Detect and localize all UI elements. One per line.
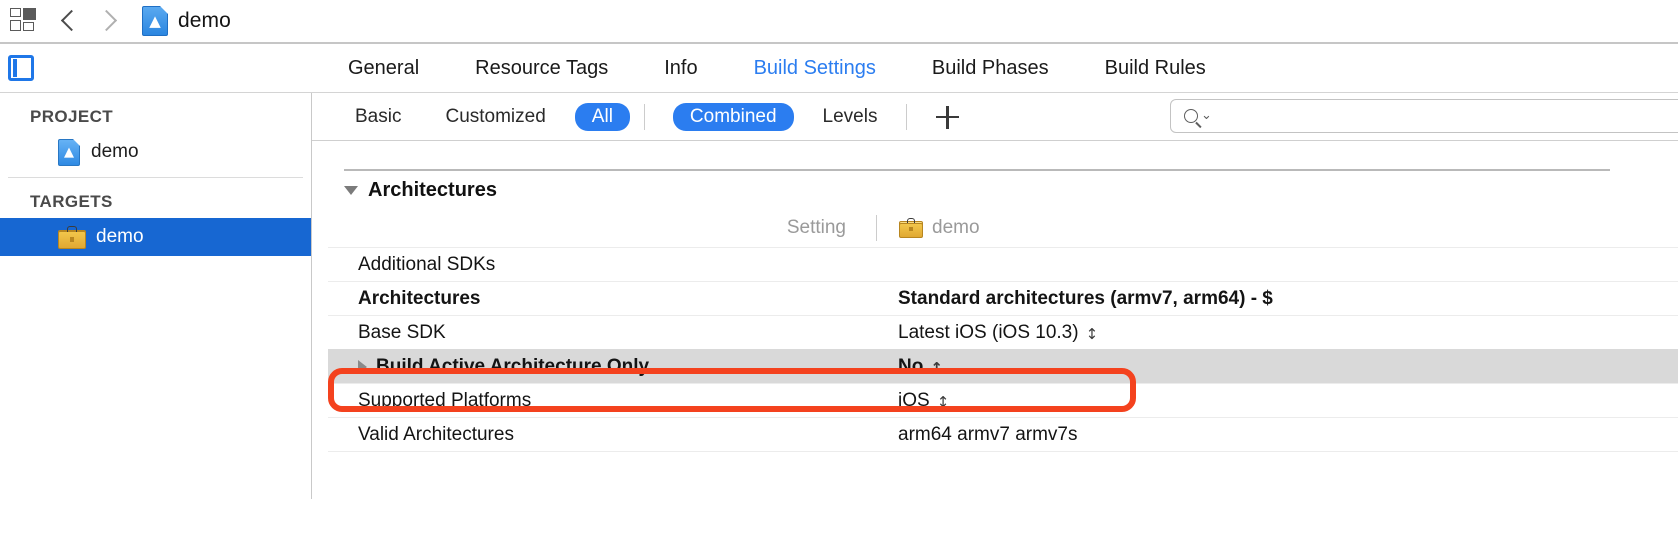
table-row[interactable]: Additional SDKs <box>328 247 1678 281</box>
setting-value-text: Latest iOS (iOS 10.3) <box>898 321 1079 343</box>
column-header-target-label: demo <box>932 217 980 238</box>
stepper-icon[interactable]: ↕ <box>1086 326 1099 342</box>
xcode-project-icon: ▲ <box>142 6 168 36</box>
table-row[interactable]: Build Active Architecture Only No ↕ <box>328 349 1678 383</box>
tab-build-phases[interactable]: Build Phases <box>904 57 1077 80</box>
tab-general[interactable]: General <box>320 57 447 80</box>
tab-resource-tags[interactable]: Resource Tags <box>447 57 636 80</box>
setting-value-text: iOS <box>898 389 930 411</box>
build-settings-filterbar: Basic Customized All Combined Levels ⌄ <box>312 93 1678 140</box>
stepper-icon[interactable]: ↕ <box>937 394 950 410</box>
chevron-down-icon[interactable]: ⌄ <box>1201 109 1212 122</box>
table-row[interactable]: Base SDK Latest iOS (iOS 10.3) ↕ <box>328 315 1678 349</box>
settings-table: Architectures Setting demo Additional SD… <box>312 169 1678 475</box>
toolbar: ▲ demo <box>0 0 1678 42</box>
project-document-icon: ▲ <box>58 138 80 166</box>
search-icon <box>1184 109 1198 123</box>
setting-value-text: No <box>898 355 924 377</box>
grid-layout-icon[interactable] <box>10 7 40 35</box>
tab-build-rules[interactable]: Build Rules <box>1077 57 1234 80</box>
toolbox-icon <box>899 218 923 238</box>
setting-value[interactable]: iOS ↕ <box>876 390 949 412</box>
project-document-glyph: ▲ <box>64 144 74 160</box>
setting-value[interactable]: Standard architectures (armv7, arm64) - … <box>876 288 1273 310</box>
stepper-icon[interactable]: ↕ <box>930 360 943 376</box>
tab-info[interactable]: Info <box>636 57 725 80</box>
filterbar-bottom-divider <box>312 140 1678 141</box>
filter-combined[interactable]: Combined <box>672 102 794 131</box>
inspector-tabbar: General Resource Tags Info Build Setting… <box>0 44 1678 92</box>
toolbox-icon <box>58 225 86 249</box>
forward-chevron-icon[interactable] <box>98 8 116 34</box>
setting-name-text: Build Active Architecture Only <box>376 355 650 377</box>
filter-levels[interactable]: Levels <box>808 103 893 131</box>
filterbar-divider-2 <box>906 103 908 130</box>
sidebar-header-targets: TARGETS <box>30 192 113 211</box>
filterbar-divider-1 <box>643 103 645 130</box>
build-settings-pane: Basic Customized All Combined Levels ⌄ A… <box>312 93 1678 499</box>
sidebar-item-project-demo[interactable]: ▲ demo <box>0 133 311 171</box>
setting-name: Architectures <box>358 287 481 309</box>
table-row[interactable]: Valid Architectures arm64 armv7 armv7s <box>328 417 1678 451</box>
setting-name: Build Active Architecture Only <box>328 356 876 378</box>
search-input[interactable] <box>1219 106 1678 126</box>
setting-name: Valid Architectures <box>358 423 514 445</box>
editor-body: PROJECT ▲ demo TARGETS demo Basic Custom… <box>0 93 1678 499</box>
project-sidebar: PROJECT ▲ demo TARGETS demo <box>0 93 312 499</box>
setting-value[interactable]: No ↕ <box>876 356 943 378</box>
search-field[interactable]: ⌄ <box>1170 99 1678 133</box>
settings-group-label: Architectures <box>368 178 497 201</box>
navigation-arrows <box>60 8 116 34</box>
sidebar-item-label: demo <box>96 226 144 247</box>
filter-all[interactable]: All <box>574 102 630 131</box>
breadcrumb[interactable]: demo <box>178 9 231 33</box>
navigator-toggle-icon[interactable] <box>8 55 34 81</box>
setting-value[interactable]: Latest iOS (iOS 10.3) ↕ <box>876 322 1098 344</box>
tab-build-settings[interactable]: Build Settings <box>726 57 904 80</box>
project-icon-glyph: ▲ <box>149 12 161 30</box>
table-row[interactable]: Architectures Standard architectures (ar… <box>328 281 1678 315</box>
chevron-down-icon[interactable] <box>344 185 358 195</box>
setting-name: Additional SDKs <box>358 253 496 275</box>
tab-list: General Resource Tags Info Build Setting… <box>320 57 1234 80</box>
table-row[interactable]: Supported Platforms iOS ↕ <box>328 383 1678 417</box>
filter-customized[interactable]: Customized <box>430 103 560 131</box>
setting-value[interactable]: arm64 armv7 armv7s <box>876 424 1078 446</box>
back-chevron-icon[interactable] <box>60 8 78 34</box>
plus-icon[interactable] <box>933 103 961 131</box>
filter-basic[interactable]: Basic <box>340 103 416 131</box>
setting-name: Base SDK <box>358 321 446 343</box>
sidebar-item-target-demo[interactable]: demo <box>0 218 311 256</box>
column-header-setting: Setting <box>786 217 846 238</box>
setting-name: Supported Platforms <box>358 389 532 411</box>
settings-group-architectures[interactable]: Architectures <box>328 171 1678 209</box>
table-row-empty <box>328 451 1678 475</box>
table-column-headers: Setting demo <box>328 209 1678 247</box>
sidebar-header-project: PROJECT <box>30 107 114 126</box>
chevron-right-icon[interactable] <box>358 359 367 374</box>
column-header-target: demo <box>876 215 980 241</box>
sidebar-item-label: demo <box>91 141 139 162</box>
